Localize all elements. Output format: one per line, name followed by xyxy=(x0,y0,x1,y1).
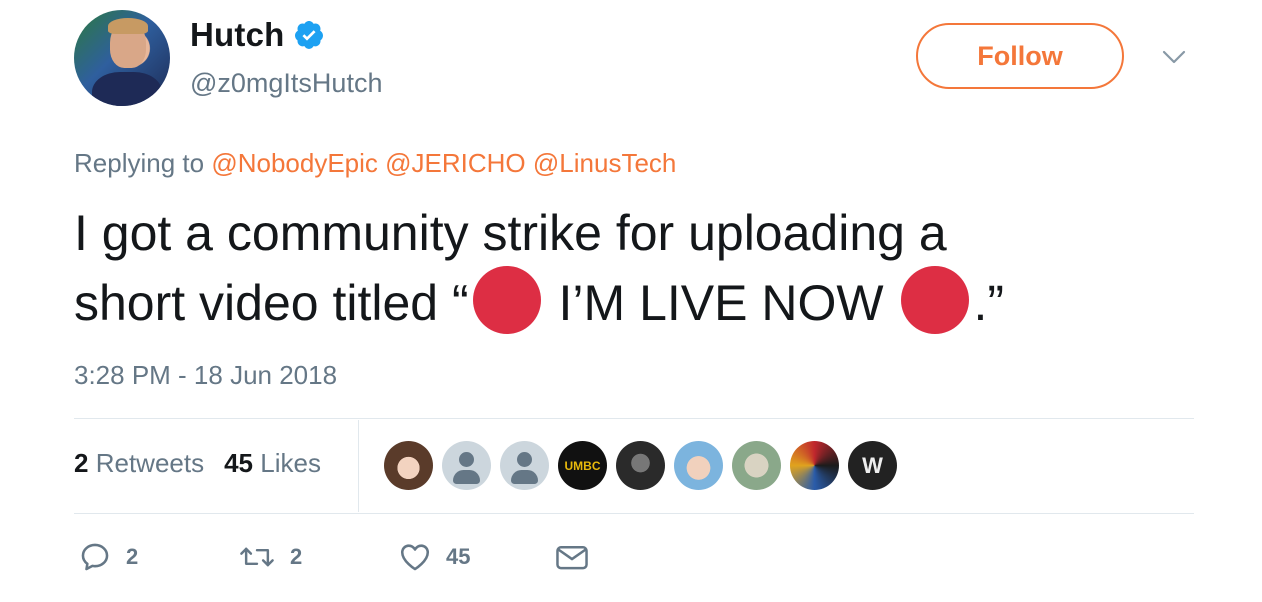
mail-icon xyxy=(556,546,588,570)
liker-avatar[interactable] xyxy=(674,441,723,490)
tweet-text-line-1: I got a community strike for uploading a xyxy=(74,205,947,261)
heart-icon xyxy=(400,544,430,571)
mention-nobodyepic[interactable]: @NobodyEpic xyxy=(211,148,378,178)
divider-bottom xyxy=(74,513,1194,514)
tweet-text-part-a: short video titled “ xyxy=(74,275,469,331)
tweet-timestamp[interactable]: 3:28 PM - 18 Jun 2018 xyxy=(74,360,337,391)
mention-linustech[interactable]: @LinusTech xyxy=(533,148,676,178)
like-action[interactable]: 45 xyxy=(398,540,554,574)
author-handle[interactable]: @z0mgItsHutch xyxy=(190,68,382,99)
retweet-action[interactable]: 2 xyxy=(238,540,398,574)
like-count: 45 xyxy=(446,544,471,569)
direct-message-action[interactable] xyxy=(554,540,590,574)
liker-avatar[interactable] xyxy=(732,441,781,490)
reply-icon xyxy=(81,543,109,571)
tweet-stats: 2 Retweets 45 Likes xyxy=(74,448,321,479)
liker-avatar[interactable] xyxy=(384,441,433,490)
tweet-text-part-b: I’M LIVE NOW xyxy=(544,275,898,331)
reply-prefix: Replying to xyxy=(74,148,205,178)
follow-button[interactable]: Follow xyxy=(916,23,1124,89)
author-name[interactable]: Hutch xyxy=(190,16,285,54)
chevron-down-icon[interactable] xyxy=(1162,48,1186,66)
mention-jericho[interactable]: @JERICHO xyxy=(385,148,526,178)
tweet-text-line-2: short video titled “ I’M LIVE NOW .” xyxy=(74,266,1194,336)
likes-stat[interactable]: 45 Likes xyxy=(224,448,321,479)
divider-top xyxy=(74,418,1194,419)
tweet-actions: 2 2 45 xyxy=(78,540,590,574)
likers-avatars: UMBC W xyxy=(384,441,897,490)
reply-count: 2 xyxy=(126,544,139,569)
author-name-row[interactable]: Hutch xyxy=(190,16,325,54)
liker-avatar-wwe[interactable]: W xyxy=(848,441,897,490)
reply-action[interactable]: 2 xyxy=(78,540,238,574)
verified-badge-icon xyxy=(294,21,323,49)
liker-avatar[interactable] xyxy=(790,441,839,490)
liker-avatar[interactable] xyxy=(616,441,665,490)
tweet-text-part-c: .” xyxy=(973,275,1004,331)
stats-separator xyxy=(358,420,359,512)
reply-context: Replying to @NobodyEpic @JERICHO @LinusT… xyxy=(74,148,676,179)
tweet-text: I got a community strike for uploading a… xyxy=(74,200,1194,336)
liker-avatar-default[interactable] xyxy=(500,441,549,490)
retweets-stat[interactable]: 2 Retweets xyxy=(74,448,204,479)
red-circle-emoji-icon xyxy=(472,266,541,334)
liker-avatar-umbc[interactable]: UMBC xyxy=(558,441,607,490)
author-avatar[interactable] xyxy=(74,10,170,106)
red-circle-emoji-icon xyxy=(901,266,970,334)
retweet-count: 2 xyxy=(290,544,303,569)
liker-avatar-default[interactable] xyxy=(442,441,491,490)
retweet-icon xyxy=(240,547,274,567)
